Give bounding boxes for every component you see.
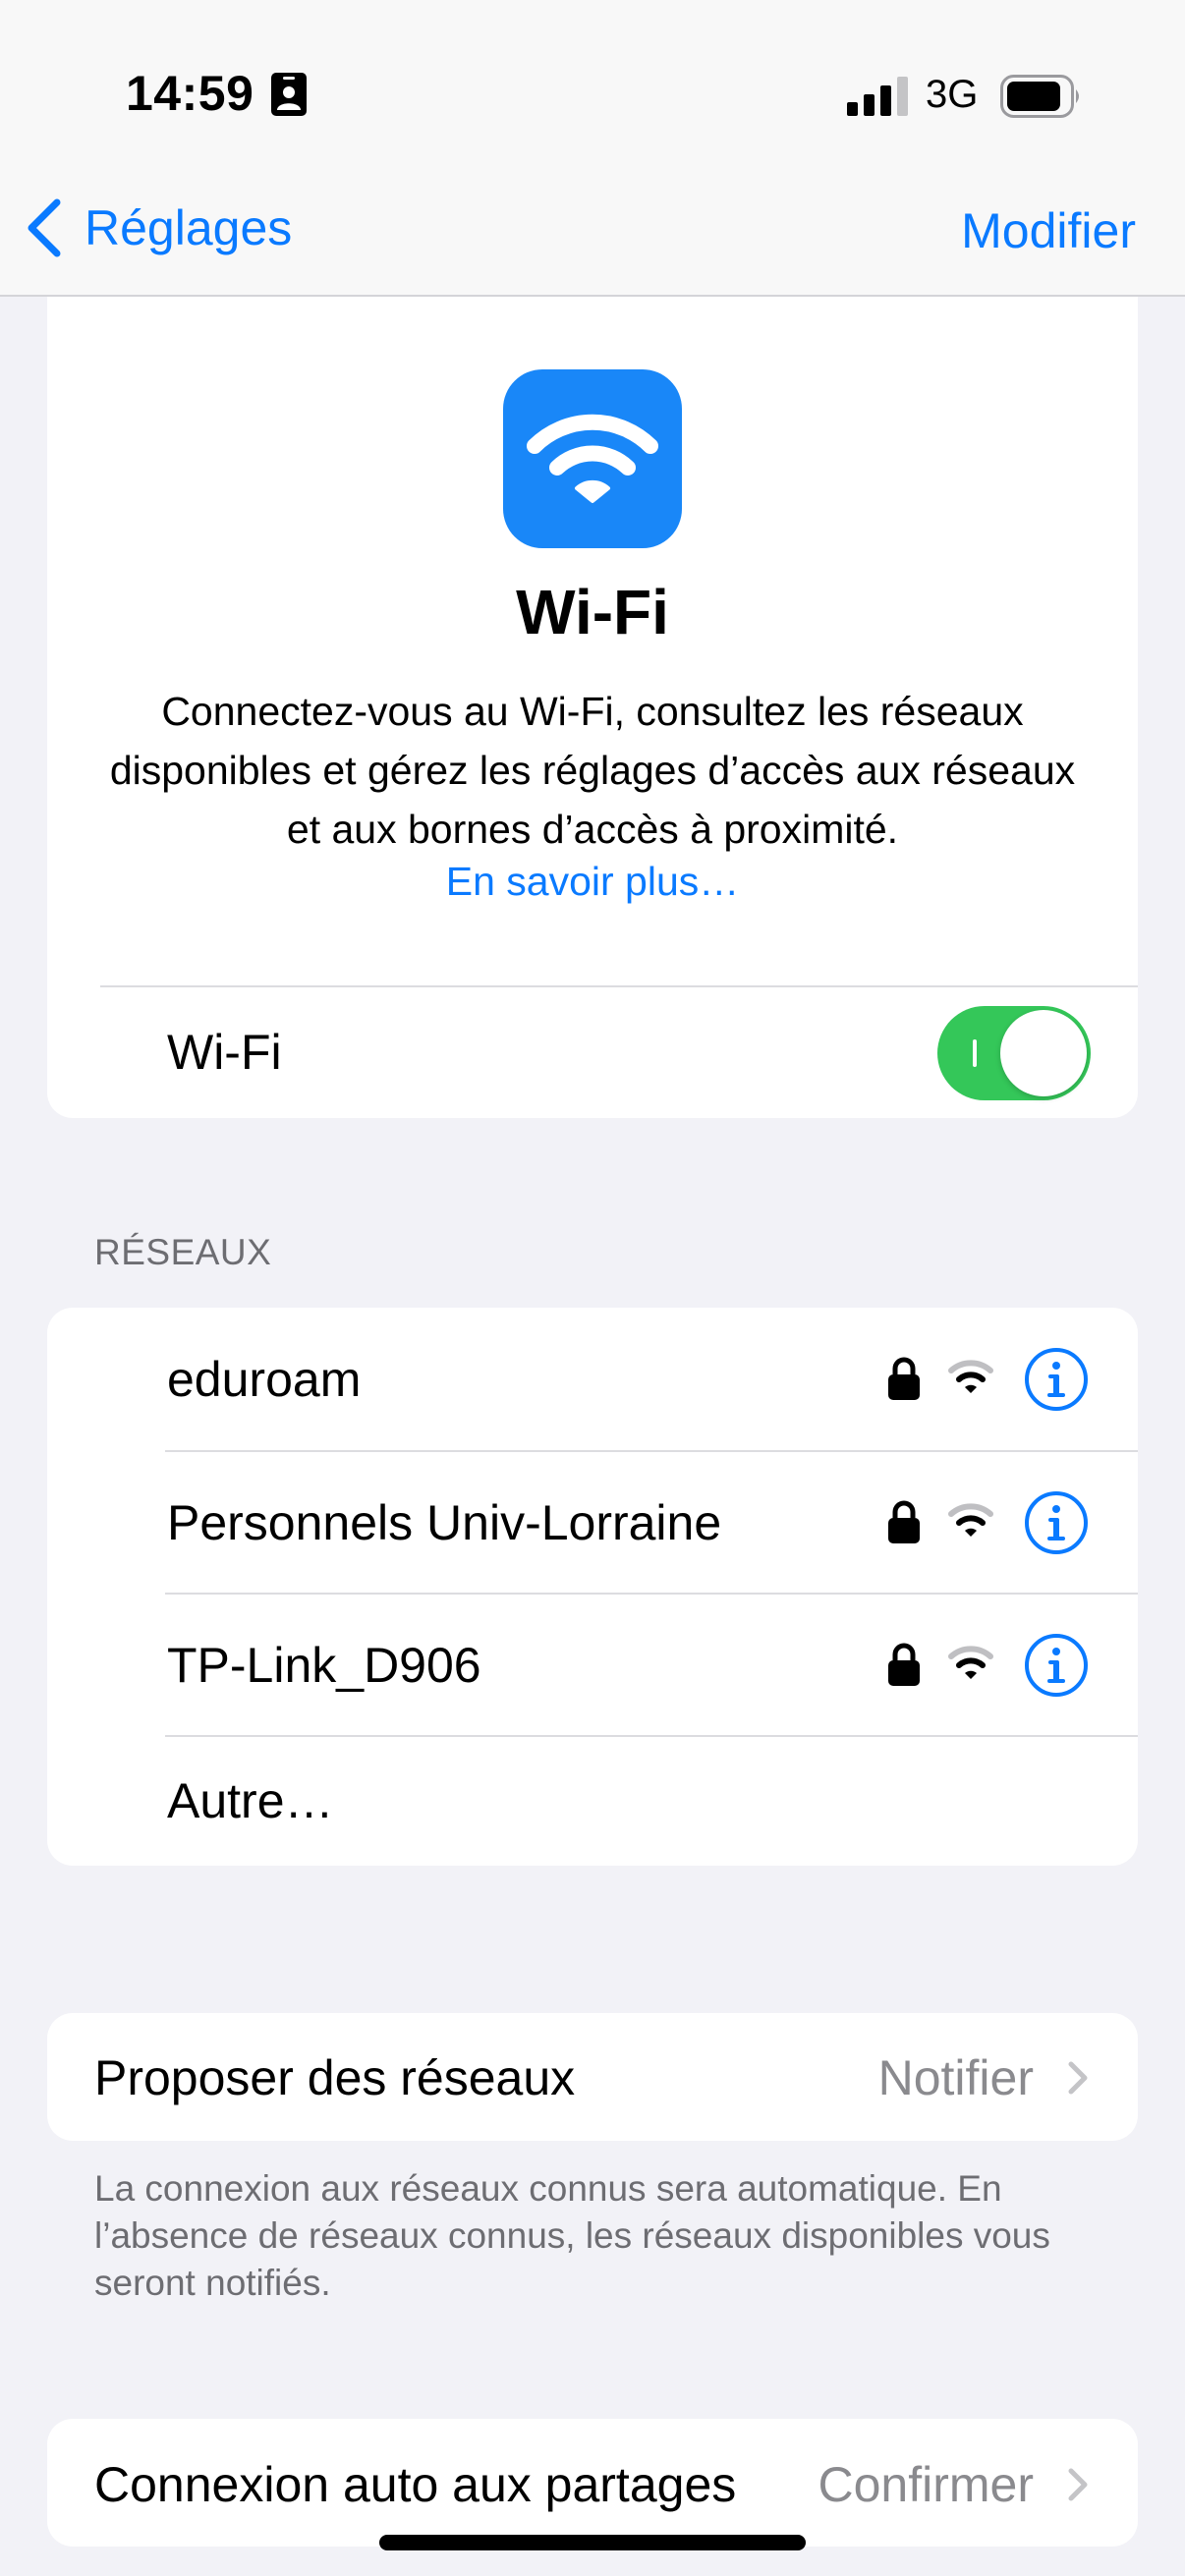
network-row[interactable]: TP-Link_D906 [47, 1594, 1138, 1737]
wifi-toggle-label: Wi-Fi [167, 1025, 282, 1080]
wifi-app-icon [503, 369, 682, 548]
chevron-right-icon [1068, 2468, 1088, 2501]
page-title: Wi-Fi [516, 577, 669, 647]
network-name: TP-Link_D906 [167, 1638, 481, 1693]
auto-join-hotspot-label: Connexion auto aux partages [94, 2457, 737, 2512]
battery-icon [1000, 75, 1079, 118]
networks-section-header: RÉSEAUX [94, 1232, 272, 1272]
info-icon[interactable] [1024, 1633, 1089, 1698]
suggest-networks-value: Notifier [877, 2050, 1034, 2105]
lock-icon [888, 1643, 920, 1686]
wifi-toggle[interactable] [937, 1006, 1091, 1100]
back-label: Réglages [85, 200, 293, 255]
lock-icon [888, 1500, 920, 1543]
wifi-icon [527, 414, 658, 503]
status-time: 14:59 [126, 66, 254, 121]
edit-button[interactable]: Modifier [961, 202, 1136, 259]
suggest-networks-label: Proposer des réseaux [94, 2050, 576, 2105]
lock-icon [888, 1357, 920, 1400]
info-icon[interactable] [1024, 1490, 1089, 1555]
chevron-left-icon [28, 198, 61, 257]
wifi-signal-icon [948, 1646, 993, 1679]
network-row[interactable]: eduroam [47, 1308, 1138, 1451]
id-card-icon [271, 73, 307, 116]
network-type: 3G [926, 73, 979, 116]
network-row[interactable]: Personnels Univ-Lorraine [47, 1451, 1138, 1595]
chevron-right-icon [1068, 2061, 1088, 2095]
network-name: eduroam [167, 1352, 362, 1407]
home-indicator[interactable] [379, 2535, 806, 2550]
info-icon[interactable] [1024, 1347, 1089, 1412]
cellular-signal-icon [847, 77, 908, 116]
back-button[interactable]: Réglages [22, 196, 292, 259]
learn-more-link[interactable]: En savoir plus… [0, 859, 1185, 905]
divider [100, 985, 1138, 987]
wifi-signal-icon [948, 1360, 993, 1393]
wifi-description: Connectez-vous au Wi-Fi, consultez les r… [109, 689, 1076, 852]
other-network-row[interactable]: Autre… [47, 1737, 1138, 1865]
auto-join-hotspot-value: Confirmer [818, 2457, 1034, 2512]
other-network-label: Autre… [167, 1773, 334, 1828]
wifi-signal-icon [948, 1503, 993, 1537]
suggest-networks-footnote: La connexion aux réseaux connus sera aut… [94, 2168, 1050, 2303]
network-name: Personnels Univ-Lorraine [167, 1495, 722, 1550]
